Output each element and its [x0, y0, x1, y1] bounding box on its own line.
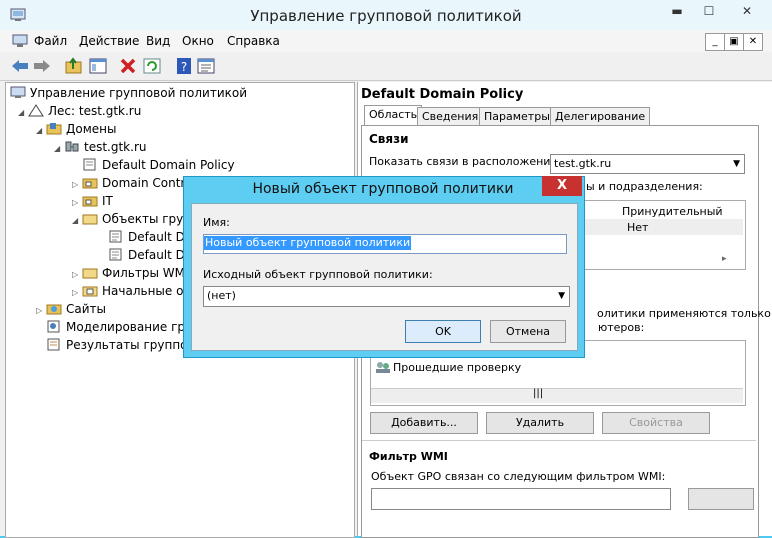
results-icon	[47, 338, 60, 351]
tree-item-results[interactable]: Результаты группов	[46, 336, 195, 354]
enforced-value: Нет	[627, 221, 649, 234]
expanded-arrow-icon[interactable]: ◢	[54, 140, 64, 158]
back-arrow-icon[interactable]	[10, 57, 30, 75]
source-gpo-label: Исходный объект групповой политики:	[203, 268, 433, 281]
collapsed-arrow-icon[interactable]: ▷	[36, 302, 46, 320]
toolbar	[0, 52, 772, 81]
tree-item-starter-gpos[interactable]: ▷ Начальные о	[72, 282, 183, 300]
gpo-name-value: Новый объект групповой политики	[204, 236, 412, 250]
domain-icon	[65, 141, 79, 152]
tree-item-gpo-objects[interactable]: ◢ Объекты груп	[72, 210, 191, 228]
links-heading: Связи	[369, 132, 409, 146]
wmi-folder-icon	[82, 268, 98, 279]
maximize-button[interactable]: ☐	[694, 1, 724, 21]
show-hide-tree-icon[interactable]	[88, 57, 108, 75]
tree-item-gpo-2[interactable]: Default Do	[108, 246, 192, 264]
tab-details[interactable]: Сведения	[417, 107, 484, 126]
location-select[interactable]: test.gtk.ru ▼	[550, 154, 745, 174]
menu-view[interactable]: Вид	[146, 34, 170, 48]
tree-item-domains[interactable]: ◢ Домены	[36, 120, 116, 138]
tab-delegation[interactable]: Делегирование	[550, 107, 651, 126]
gpo-icon	[109, 230, 122, 243]
tree-item-domain[interactable]: ◢ test.gtk.ru	[54, 138, 146, 156]
refresh-icon[interactable]	[142, 57, 162, 75]
gpmc-icon	[10, 86, 26, 98]
tab-scope[interactable]: Область	[364, 105, 423, 126]
dialog-title: Новый объект групповой политики	[252, 181, 514, 197]
mdi-close-button[interactable]: ✕	[743, 33, 763, 51]
users-group-icon	[376, 362, 390, 373]
scroll-right-icon[interactable]: ▸	[722, 254, 727, 264]
tree-item-modeling[interactable]: Моделирование груп	[46, 318, 200, 336]
close-button[interactable]: ✕	[727, 1, 767, 21]
links-description: ы и подразделения:	[586, 180, 703, 193]
ou-folder-icon	[82, 178, 98, 189]
menu-action[interactable]: Действие	[79, 34, 139, 48]
menu-window[interactable]: Окно	[182, 34, 214, 48]
mdi-restore-button[interactable]: ▣	[724, 33, 744, 51]
up-folder-icon[interactable]	[64, 57, 84, 75]
gpo-title: Default Domain Policy	[361, 87, 524, 102]
wmi-heading: Фильтр WMI	[369, 450, 448, 463]
gpo-link-icon	[83, 158, 96, 171]
help-icon[interactable]: ?	[174, 57, 194, 75]
ok-button[interactable]: OK	[405, 320, 481, 343]
dialog-close-button[interactable]: X	[542, 176, 582, 196]
menu-file[interactable]: Файл	[34, 34, 67, 48]
expanded-arrow-icon[interactable]: ◢	[36, 122, 46, 140]
tree-item-forest[interactable]: ◢ Лес: test.gtk.ru	[18, 102, 141, 120]
expanded-arrow-icon[interactable]: ◢	[72, 212, 82, 230]
cancel-button[interactable]: Отмена	[490, 320, 566, 343]
scroll-thumb-icon[interactable]: |||	[533, 388, 543, 399]
tree-item-wmi-filters[interactable]: ▷ Фильтры WMI	[72, 264, 189, 282]
chevron-down-icon: ▼	[733, 159, 740, 169]
starter-folder-icon	[82, 286, 98, 297]
authenticated-users[interactable]: Прошедшие проверку	[393, 361, 521, 374]
minimize-button[interactable]: ▬	[662, 1, 692, 21]
menu-help[interactable]: Справка	[227, 34, 280, 48]
chevron-down-icon: ▼	[558, 291, 565, 301]
properties-icon[interactable]	[196, 57, 216, 75]
horizontal-scrollbar[interactable]	[371, 388, 743, 403]
name-label: Имя:	[203, 216, 230, 229]
open-wmi-button[interactable]	[688, 488, 754, 510]
sites-icon	[46, 304, 62, 315]
tree-item-gpo-1[interactable]: Default Do	[108, 228, 192, 246]
forest-icon	[28, 104, 44, 117]
properties-button[interactable]: Свойства	[602, 412, 710, 434]
ou-folder-icon	[82, 196, 98, 207]
window-title: Управление групповой политикой	[250, 7, 522, 25]
svg-text:?: ?	[181, 60, 187, 74]
tree-item-it[interactable]: ▷ IT	[72, 192, 113, 210]
mmc-icon	[12, 34, 28, 47]
gpo-folder-icon	[82, 214, 98, 225]
tree-item-default-domain-policy[interactable]: Default Domain Policy	[82, 156, 235, 174]
column-header-enforced[interactable]: Принудительный	[622, 205, 723, 218]
domains-folder-icon	[46, 123, 62, 135]
source-gpo-select[interactable]: (нет) ▼	[203, 286, 570, 307]
security-filter-text-2: ютеров:	[598, 321, 645, 334]
wmi-filter-select[interactable]	[371, 488, 671, 510]
forward-arrow-icon[interactable]	[32, 57, 52, 75]
remove-button[interactable]: Удалить	[486, 412, 594, 434]
tree-item-sites[interactable]: ▷ Сайты	[36, 300, 106, 318]
expanded-arrow-icon[interactable]: ◢	[18, 104, 28, 122]
add-button[interactable]: Добавить...	[370, 412, 478, 434]
mdi-minimize-button[interactable]: _	[705, 33, 725, 51]
wmi-text: Объект GPO связан со следующим фильтром …	[371, 470, 666, 483]
show-links-label: Показать связи в расположении:	[369, 155, 562, 168]
security-filter-text-1: олитики применяются только дл	[597, 307, 772, 320]
tree-item-gpmc[interactable]: Управление групповой политикой	[10, 84, 247, 102]
delete-icon[interactable]	[118, 57, 138, 75]
tab-settings[interactable]: Параметры	[479, 107, 555, 126]
gpo-icon	[109, 248, 122, 261]
tree-item-domain-controllers[interactable]: ▷ Domain Contr	[72, 174, 185, 192]
divider	[362, 440, 756, 441]
modeling-icon	[47, 320, 60, 333]
